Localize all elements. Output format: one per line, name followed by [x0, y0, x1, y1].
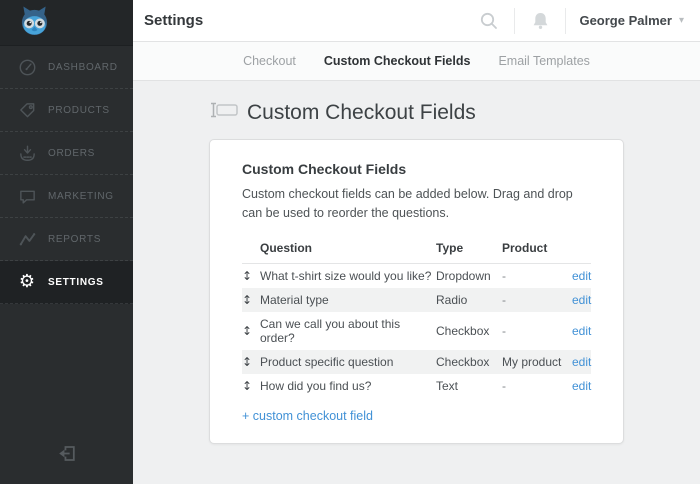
add-custom-checkout-field-link[interactable]: + custom checkout field [242, 409, 373, 423]
chevron-down-icon: ▾ [679, 16, 684, 26]
cell-type: Checkbox [436, 355, 502, 369]
search-icon[interactable] [477, 9, 501, 33]
cell-question: Product specific question [260, 355, 436, 369]
sidebar-nav: DASHBOARD PRODUCTS [0, 46, 133, 304]
sidebar-item-reports[interactable]: REPORTS [0, 218, 133, 261]
cell-question: What t-shirt size would you like? [260, 269, 436, 283]
custom-fields-table: Question Type Product ↕ What t-shirt siz… [242, 234, 591, 398]
cell-type: Dropdown [436, 269, 502, 283]
main-column: Settings George Palmer [133, 0, 700, 484]
sidebar-item-marketing[interactable]: MARKETING [0, 175, 133, 218]
cell-product: - [502, 324, 572, 338]
owl-logo-icon [19, 4, 50, 42]
sidebar: DASHBOARD PRODUCTS [0, 0, 133, 484]
tab-checkout[interactable]: Checkout [243, 54, 296, 68]
topbar: Settings George Palmer [133, 0, 700, 42]
settings-tabbar: Checkout Custom Checkout Fields Email Te… [133, 42, 700, 81]
app-window: DASHBOARD PRODUCTS [0, 0, 700, 484]
column-header-type: Type [436, 241, 502, 255]
logout-button[interactable] [0, 442, 133, 484]
cell-product: - [502, 269, 572, 283]
sign-out-icon [55, 442, 78, 470]
speech-bubble-icon [17, 186, 37, 206]
gear-icon: ⚙ [17, 272, 37, 292]
tab-custom-checkout-fields[interactable]: Custom Checkout Fields [324, 54, 471, 68]
column-header-question: Question [260, 241, 436, 255]
form-field-icon [209, 100, 239, 125]
cell-question: How did you find us? [260, 379, 436, 393]
table-row: ↕ Product specific question Checkbox My … [242, 350, 591, 374]
sidebar-item-settings[interactable]: ⚙ SETTINGS [0, 261, 133, 304]
notifications-bell-icon[interactable] [528, 9, 552, 33]
drag-handle-icon[interactable]: ↕ [242, 379, 260, 393]
topbar-divider [514, 8, 515, 34]
sidebar-item-label: DASHBOARD [48, 62, 118, 73]
sidebar-item-label: MARKETING [48, 191, 114, 202]
cell-type: Radio [436, 293, 502, 307]
sidebar-item-label: ORDERS [48, 148, 95, 159]
drag-handle-icon[interactable]: ↕ [242, 293, 260, 307]
tag-icon [17, 100, 37, 120]
cell-type: Checkbox [436, 324, 502, 338]
edit-link[interactable]: edit [572, 355, 591, 369]
column-header-product: Product [502, 241, 572, 255]
edit-link[interactable]: edit [572, 379, 591, 393]
user-name: George Palmer [579, 13, 672, 28]
sidebar-item-label: SETTINGS [48, 277, 104, 288]
edit-link[interactable]: edit [572, 293, 591, 307]
sidebar-item-label: PRODUCTS [48, 105, 110, 116]
download-tray-icon [17, 143, 37, 163]
content-area: Custom Checkout Fields Custom Checkout F… [133, 81, 700, 484]
cell-product: My product [502, 355, 572, 369]
custom-checkout-fields-card: Custom Checkout Fields Custom checkout f… [209, 139, 624, 444]
topbar-divider [565, 8, 566, 34]
edit-link[interactable]: edit [572, 269, 591, 283]
drag-handle-icon[interactable]: ↕ [242, 355, 260, 369]
table-header-row: Question Type Product [242, 234, 591, 264]
card-description: Custom checkout fields can be added belo… [242, 185, 591, 223]
line-chart-icon [17, 229, 37, 249]
edit-link[interactable]: edit [572, 324, 591, 338]
page-title: Settings [144, 12, 203, 29]
user-menu[interactable]: George Palmer ▾ [579, 13, 687, 28]
table-row: ↕ How did you find us? Text - edit [242, 374, 591, 398]
sidebar-item-dashboard[interactable]: DASHBOARD [0, 46, 133, 89]
cell-product: - [502, 293, 572, 307]
topbar-actions: George Palmer ▾ [477, 8, 687, 34]
cell-question: Can we call you about this order? [260, 317, 436, 345]
card-title: Custom Checkout Fields [242, 161, 591, 177]
tab-email-templates[interactable]: Email Templates [498, 54, 589, 68]
drag-handle-icon[interactable]: ↕ [242, 324, 260, 338]
page-heading: Custom Checkout Fields [209, 100, 700, 125]
brand-logo[interactable] [0, 0, 133, 46]
table-row: ↕ Can we call you about this order? Chec… [242, 312, 591, 350]
gauge-icon [17, 57, 37, 77]
sidebar-item-products[interactable]: PRODUCTS [0, 89, 133, 132]
table-row: ↕ Material type Radio - edit [242, 288, 591, 312]
cell-product: - [502, 379, 572, 393]
sidebar-item-orders[interactable]: ORDERS [0, 132, 133, 175]
cell-type: Text [436, 379, 502, 393]
table-row: ↕ What t-shirt size would you like? Drop… [242, 264, 591, 288]
cell-question: Material type [260, 293, 436, 307]
sidebar-item-label: REPORTS [48, 234, 101, 245]
drag-handle-icon[interactable]: ↕ [242, 269, 260, 283]
page-heading-text: Custom Checkout Fields [247, 101, 476, 125]
